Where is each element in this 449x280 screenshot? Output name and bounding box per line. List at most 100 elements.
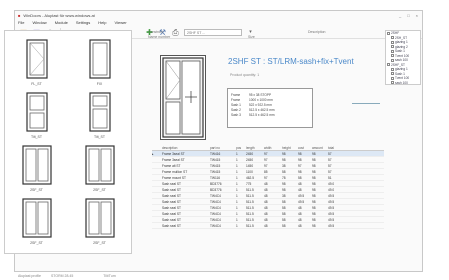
header-name-number: Name number	[148, 35, 171, 39]
thumbnail-item[interactable]: FIX	[68, 39, 131, 86]
expand-icon[interactable]	[391, 54, 394, 58]
thumbnail-item[interactable]: 2SF_ST	[68, 198, 131, 245]
menu-module[interactable]: Module	[55, 20, 68, 25]
table-cell: 78	[282, 175, 286, 180]
expand-icon[interactable]	[391, 58, 394, 62]
column-header[interactable]: cost	[298, 146, 312, 150]
table-cell: TW416	[210, 151, 221, 156]
tree-item[interactable]: sash 100	[386, 81, 420, 86]
expand-icon[interactable]	[391, 67, 394, 71]
window-thumb-icon	[21, 198, 52, 238]
table-cell: 48	[298, 211, 302, 216]
table-cell: 98	[312, 193, 316, 198]
table-cell: TW4C4	[210, 223, 221, 228]
column-header[interactable]: width	[264, 146, 282, 150]
table-cell: 48	[264, 199, 268, 204]
thumbnail-item[interactable]: Tilt_ST	[5, 92, 68, 139]
expand-icon[interactable]	[391, 49, 394, 53]
table-cell: Sash seal ST	[162, 211, 181, 216]
column-header[interactable]: description	[162, 146, 210, 150]
thumbnail-label: 2SF_ST	[30, 241, 43, 245]
thumbnail-label: Tilt_ST	[31, 135, 42, 139]
table-cell: 51	[328, 175, 332, 180]
tree-item-label: glazing 1	[395, 67, 408, 72]
column-header[interactable]: length	[246, 146, 264, 150]
spec-panel: Frame 95 x 38 STOPP Frame 1000 x 1000 mm…	[227, 88, 313, 128]
window-thumb-icon	[88, 39, 111, 79]
table-cell: 1	[236, 223, 238, 228]
table-cell: 1	[236, 205, 238, 210]
table-cell: 462.5	[246, 175, 254, 180]
table-cell: 48	[298, 223, 302, 228]
table-cell: 2450	[246, 151, 254, 156]
thumbnail-item[interactable]: Tilt_ST	[68, 92, 131, 139]
expand-icon[interactable]	[391, 72, 394, 76]
table-cell: 58	[282, 205, 286, 210]
status-mode: Tilt/Turn	[103, 274, 116, 278]
close-button[interactable]: ×	[416, 13, 418, 18]
column-header[interactable]: part no	[210, 146, 236, 150]
table-cell: BD3776	[210, 181, 222, 186]
table-cell: 1450	[246, 163, 254, 168]
thumbnail-label: FL_ST	[31, 82, 42, 86]
menu-viewer[interactable]: Viewer	[115, 20, 127, 25]
column-header[interactable]: amount	[312, 146, 328, 150]
table-cell: 49.5	[298, 193, 305, 198]
expand-icon[interactable]	[391, 45, 394, 49]
expand-icon[interactable]	[391, 81, 394, 85]
table-cell: 49.0	[328, 181, 335, 186]
column-header[interactable]: total	[328, 146, 346, 150]
minimize-button[interactable]: _	[399, 13, 401, 18]
table-cell: 98	[312, 217, 316, 222]
thumbnail-item[interactable]: FL_ST	[5, 39, 68, 86]
table-cell: 1	[236, 199, 238, 204]
table-cell: 97	[264, 163, 268, 168]
thumbnail-label: 2SF_ST	[93, 241, 106, 245]
table-cell: 511.5	[246, 199, 254, 204]
table-cell: TW4C4	[210, 205, 221, 210]
menu-help[interactable]: Help	[98, 20, 106, 25]
table-cell: 98	[282, 151, 286, 156]
table-cell: 48	[264, 181, 268, 186]
table-cell: 57	[328, 157, 332, 162]
table-cell: 49.5	[328, 217, 335, 222]
maximize-button[interactable]: □	[407, 13, 409, 18]
expand-icon[interactable]	[391, 36, 394, 40]
expand-icon[interactable]	[387, 31, 390, 35]
thumbnail-label: Tilt_ST	[94, 135, 105, 139]
expand-icon[interactable]	[391, 76, 394, 80]
table-cell: BD3776	[210, 187, 222, 192]
table-cell: 1100	[246, 169, 253, 174]
tree-item-label: sash 100	[395, 80, 408, 85]
thumbnail-item[interactable]: 2SF_ST	[5, 145, 68, 192]
table-cell: Sash seal ST	[162, 217, 181, 222]
thumbnail-item[interactable]: 2SF_ST	[5, 198, 68, 245]
table-cell: 511.5	[246, 223, 254, 228]
spec-key: Frame	[231, 92, 241, 97]
table-cell: 58	[282, 169, 286, 174]
menu-window[interactable]: Window	[32, 20, 46, 25]
table-cell: 49.5	[298, 199, 305, 204]
spec-value: 512.5 x 462.5 mm	[249, 112, 275, 117]
table-cell: 85	[264, 169, 268, 174]
table-cell: 49.5	[328, 193, 335, 198]
expand-icon[interactable]	[387, 63, 390, 67]
table-cell: Sash seal ST	[162, 223, 181, 228]
column-header[interactable]: pos	[236, 146, 246, 150]
table-cell: 97	[264, 157, 268, 162]
status-system: STORM 28.45	[50, 274, 74, 278]
table-row[interactable]: Sash seal ST TW4C4 1 511.5 48 58 48 98 49.5	[152, 223, 384, 229]
table-cell: 57	[328, 163, 332, 168]
column-header[interactable]: height	[282, 146, 298, 150]
spec-value: 522 x 922.5 mm	[249, 102, 272, 107]
table-cell: 2450	[246, 157, 254, 162]
expand-icon[interactable]	[391, 40, 394, 44]
table-cell: 1	[236, 193, 238, 198]
table-cell: Frame 3seal ST	[162, 151, 185, 156]
table-cell: 98	[298, 157, 302, 162]
menu-file[interactable]: File	[18, 20, 24, 25]
menu-settings[interactable]: Settings	[76, 20, 90, 25]
window-thumb-icon	[84, 198, 115, 238]
construction-title: 2SHF ST : ST/LRM-sash+fix+Tvent	[228, 57, 354, 66]
thumbnail-item[interactable]: 2SF_ST	[68, 145, 131, 192]
